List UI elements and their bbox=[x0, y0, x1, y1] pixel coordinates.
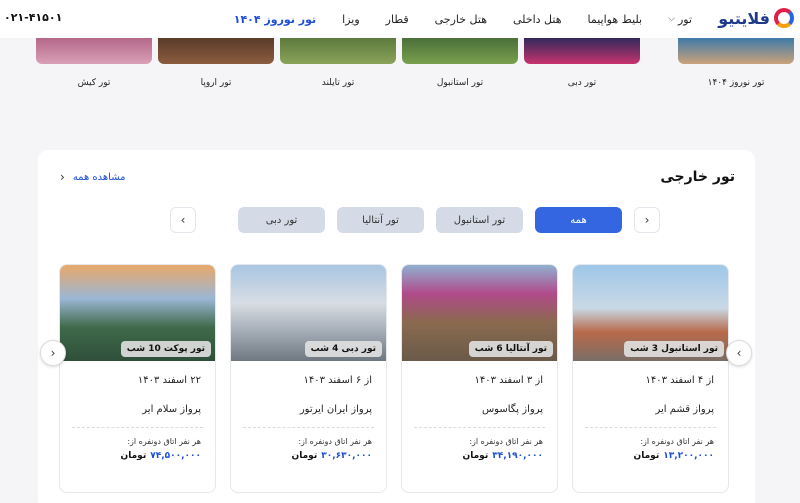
top-header: فلایتیو تور ⌵ بلیط هواپیما هتل داخلی هتل… bbox=[0, 0, 800, 38]
price-value: ۱۳,۲۰۰,۰۰۰ bbox=[663, 451, 714, 461]
price-value: ۳۰,۶۳۰,۰۰۰ bbox=[321, 451, 372, 461]
chevron-left-icon: ‹ bbox=[60, 170, 65, 184]
tab-istanbul[interactable]: تور استانبول bbox=[436, 207, 523, 233]
tour-tabs: همه تور استانبول تور آنتالیا تور دبی bbox=[238, 207, 622, 233]
price-currency: تومان bbox=[120, 451, 147, 461]
tour-card[interactable]: تور دبی 4 شب از ۶ اسفند ۱۴۰۳ پرواز ایران… bbox=[230, 264, 387, 493]
tour-date: ۲۲ اسفند ۱۴۰۳ bbox=[137, 375, 201, 386]
tab-antalya[interactable]: تور آنتالیا bbox=[337, 207, 424, 233]
chevron-down-icon: ⌵ bbox=[668, 14, 675, 24]
price-value: ۳۴,۱۹۰,۰۰۰ bbox=[492, 451, 543, 461]
category-label: تور استانبول bbox=[436, 78, 484, 88]
tour-airline: پرواز پگاسوس bbox=[481, 404, 543, 415]
price-note: هر نفر اتاق دونفره از: bbox=[298, 437, 372, 446]
chevron-right-icon: › bbox=[180, 213, 186, 227]
nav-nowruz-tour[interactable]: تور نوروز ۱۴۰۴ bbox=[234, 13, 316, 26]
tour-date: از ۳ اسفند ۱۴۰۳ bbox=[474, 375, 544, 386]
tour-card[interactable]: تور آنتالیا 6 شب از ۳ اسفند ۱۴۰۳ پرواز پ… bbox=[401, 264, 558, 493]
category-image bbox=[678, 38, 794, 64]
price-currency: تومان bbox=[291, 451, 318, 461]
section-title: تور خارجی bbox=[660, 169, 735, 185]
nav-visa[interactable]: ویزا bbox=[342, 13, 360, 26]
tour-image: تور دبی 4 شب bbox=[231, 265, 386, 361]
category-image bbox=[36, 38, 152, 64]
divider bbox=[585, 427, 716, 428]
tabs-prev-button[interactable]: ‹ bbox=[634, 207, 660, 233]
nav-foreign-hotel[interactable]: هتل خارجی bbox=[435, 13, 487, 26]
price-note: هر نفر اتاق دونفره از: bbox=[469, 437, 543, 446]
tour-price: ۱۳,۲۰۰,۰۰۰ تومان bbox=[634, 451, 714, 461]
tour-price: ۳۴,۱۹۰,۰۰۰ تومان bbox=[463, 451, 543, 461]
main-nav: تور ⌵ بلیط هواپیما هتل داخلی هتل خارجی ق… bbox=[234, 0, 692, 38]
category-item[interactable]: تور نوروز ۱۴۰۴ bbox=[678, 38, 794, 88]
chevron-right-icon: › bbox=[736, 346, 742, 360]
chevron-left-icon: ‹ bbox=[644, 213, 650, 227]
category-item[interactable]: تور دبی bbox=[524, 38, 640, 88]
tour-price: ۳۰,۶۳۰,۰۰۰ تومان bbox=[292, 451, 372, 461]
foreign-tours-section: تور خارجی مشاهده همه ‹ ‹ همه تور استانبو… bbox=[38, 150, 755, 503]
nav-flight[interactable]: بلیط هواپیما bbox=[588, 13, 643, 26]
category-item[interactable]: تور تایلند bbox=[280, 38, 396, 88]
category-label: تور اروپا bbox=[200, 78, 232, 88]
divider bbox=[243, 427, 374, 428]
nav-train[interactable]: قطار bbox=[386, 13, 409, 26]
tour-badge: تور آنتالیا 6 شب bbox=[468, 341, 553, 357]
price-value: ۷۴,۵۰۰,۰۰۰ bbox=[150, 451, 201, 461]
tour-card[interactable]: تور پوکت 10 شب ۲۲ اسفند ۱۴۰۳ پرواز سلام … bbox=[59, 264, 216, 493]
nav-domestic-hotel[interactable]: هتل داخلی bbox=[513, 13, 562, 26]
category-image bbox=[402, 38, 518, 64]
price-note: هر نفر اتاق دونفره از: bbox=[127, 437, 201, 446]
tour-date: از ۴ اسفند ۱۴۰۳ bbox=[645, 375, 715, 386]
tour-date: از ۶ اسفند ۱۴۰۳ bbox=[303, 375, 373, 386]
tour-image: تور استانبول 3 شب bbox=[573, 265, 728, 361]
category-label: تور دبی bbox=[567, 78, 597, 88]
category-image bbox=[524, 38, 640, 64]
category-image bbox=[158, 38, 274, 64]
logo-icon bbox=[774, 8, 794, 28]
see-all-link[interactable]: مشاهده همه ‹ bbox=[60, 170, 126, 184]
tab-all[interactable]: همه bbox=[535, 207, 622, 233]
price-note: هر نفر اتاق دونفره از: bbox=[640, 437, 714, 446]
divider bbox=[72, 427, 203, 428]
logo-text: فلایتیو bbox=[718, 8, 770, 28]
tour-badge: تور پوکت 10 شب bbox=[120, 341, 211, 357]
category-label: تور تایلند bbox=[321, 78, 355, 88]
category-item[interactable]: تور کیش bbox=[36, 38, 152, 88]
tour-price: ۷۴,۵۰۰,۰۰۰ تومان bbox=[121, 451, 201, 461]
price-currency: تومان bbox=[633, 451, 660, 461]
divider bbox=[414, 427, 545, 428]
category-strip: تور نوروز ۱۴۰۴ تور دبی تور استانبول تور … bbox=[0, 38, 800, 98]
tab-dubai[interactable]: تور دبی bbox=[238, 207, 325, 233]
tour-card[interactable]: تور استانبول 3 شب از ۴ اسفند ۱۴۰۳ پرواز … bbox=[572, 264, 729, 493]
site-logo[interactable]: فلایتیو bbox=[718, 8, 794, 28]
category-label: تور نوروز ۱۴۰۴ bbox=[707, 78, 765, 88]
support-phone[interactable]: ۰۲۱-۴۱۵۰۱ bbox=[4, 11, 62, 24]
tour-airline: پرواز قشم ایر bbox=[655, 404, 714, 415]
tour-badge: تور دبی 4 شب bbox=[304, 341, 382, 357]
tour-image: تور آنتالیا 6 شب bbox=[402, 265, 557, 361]
tour-airline: پرواز ایران ایرتور bbox=[299, 404, 372, 415]
see-all-label: مشاهده همه bbox=[72, 171, 126, 183]
tour-airline: پرواز سلام ایر bbox=[142, 404, 201, 415]
category-item[interactable]: تور اروپا bbox=[158, 38, 274, 88]
category-image bbox=[280, 38, 396, 64]
category-label: تور کیش bbox=[77, 78, 111, 88]
chevron-left-icon: ‹ bbox=[50, 346, 56, 360]
nav-tour[interactable]: تور ⌵ bbox=[668, 13, 692, 26]
tour-badge: تور استانبول 3 شب bbox=[624, 341, 724, 357]
nav-tour-label: تور bbox=[677, 12, 692, 26]
carousel-prev-button[interactable]: ‹ bbox=[40, 340, 66, 366]
tour-image: تور پوکت 10 شب bbox=[60, 265, 215, 361]
category-item[interactable]: تور استانبول bbox=[402, 38, 518, 88]
price-currency: تومان bbox=[462, 451, 489, 461]
carousel-next-button[interactable]: › bbox=[726, 340, 752, 366]
tabs-next-button[interactable]: › bbox=[170, 207, 196, 233]
